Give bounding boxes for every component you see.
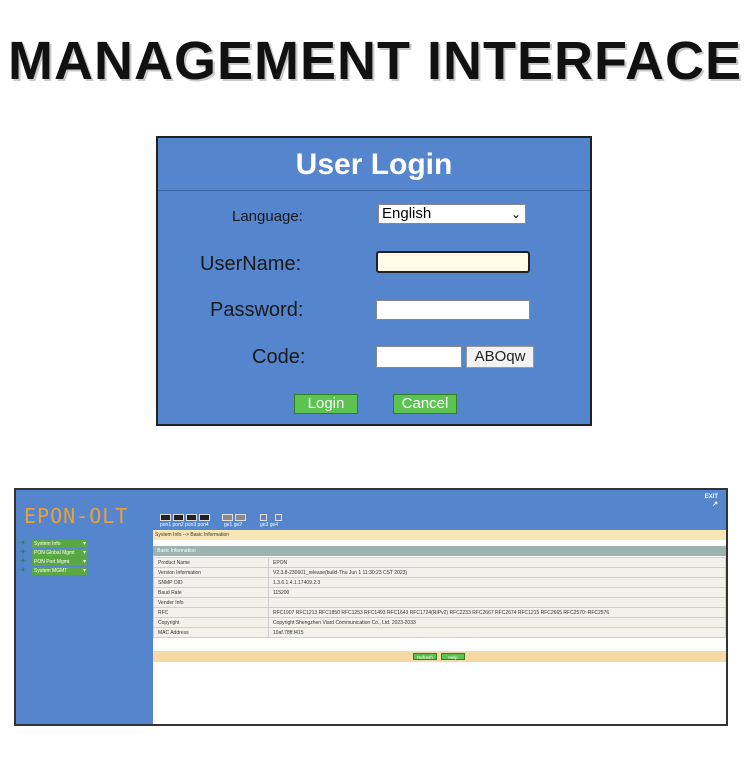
sidebar-item-label: PON Port Mgmt xyxy=(34,559,70,565)
content-area: System Info --> Basic Information Basic … xyxy=(153,530,726,724)
headline: MANAGEMENT INTERFACE xyxy=(8,31,742,91)
row-value: RFC1907 RFC1213 RFC1850 RFC1253 RFC1493 … xyxy=(268,607,726,618)
row-value: EPON xyxy=(268,557,726,568)
table-row: Vender Info xyxy=(153,597,726,608)
sidebar-item-pon-port-mgmt[interactable]: ✈ PON Port Mgmt ▾ xyxy=(18,558,88,566)
pon-port-icon[interactable] xyxy=(199,514,210,521)
ge-port-labels-2: ge3 ge4 xyxy=(260,522,279,528)
chevron-down-icon: ⌄ xyxy=(510,207,521,221)
exit-button[interactable]: EXIT ↗ xyxy=(705,494,718,508)
sidebar-nav: ✈ System Info ▾ ✈ PON Global Mgmt ▾ ✈ PO… xyxy=(18,540,88,576)
row-key: RFC xyxy=(153,607,269,618)
help-button[interactable]: Help xyxy=(441,653,465,660)
ge-port-group-2 xyxy=(260,514,282,521)
refresh-button[interactable]: Refresh xyxy=(413,653,437,660)
chevron-down-icon: ▾ xyxy=(82,559,86,565)
ge-port-icon[interactable] xyxy=(275,514,282,521)
table-row: Version Information V2.3.8-230601_release… xyxy=(153,567,726,578)
password-label: Password: xyxy=(210,299,304,321)
pon-port-icon[interactable] xyxy=(186,514,197,521)
code-label: Code: xyxy=(252,346,306,368)
pon-port-labels: pon1 pon2 pon3 pon4 xyxy=(160,522,209,528)
captcha-image[interactable]: ABOqw xyxy=(466,346,534,368)
ge-port-labels-1: ge1 ge2 xyxy=(224,522,243,528)
login-panel: User Login Language: English ⌄ UserName:… xyxy=(156,136,592,426)
basic-info-table: Product Name EPON Version Information V2.3… xyxy=(153,557,726,638)
language-select-value: English xyxy=(382,205,432,222)
row-value: 10af.78ff.f415 xyxy=(268,627,726,638)
chevron-down-icon: ▾ xyxy=(82,568,86,574)
row-value xyxy=(268,597,726,608)
password-input[interactable] xyxy=(376,300,530,320)
chevron-down-icon: ▾ xyxy=(82,541,86,547)
sidebar-item-system-info[interactable]: ✈ System Info ▾ xyxy=(18,540,88,548)
plane-icon: ✈ xyxy=(20,558,26,565)
plane-icon: ✈ xyxy=(20,549,26,556)
row-key: Version Information xyxy=(153,567,269,578)
sidebar-item-label: System MGMT xyxy=(34,568,68,574)
code-input[interactable] xyxy=(376,346,462,368)
table-row: Baud Rate 115200 xyxy=(153,587,726,598)
row-key: SNMP OID xyxy=(153,577,269,588)
action-bar: Refresh Help xyxy=(153,651,726,662)
table-row: SNMP OID 1.3.6.1.4.1.17409.2.3 xyxy=(153,577,726,588)
login-button[interactable]: Login xyxy=(294,394,358,414)
row-key: Copyright xyxy=(153,617,269,628)
row-key: Vender Info xyxy=(153,597,269,608)
username-label: UserName: xyxy=(200,253,302,275)
row-value: 1.3.6.1.4.1.17409.2.3 xyxy=(268,577,726,588)
epon-logo: EPON-OLT xyxy=(24,504,129,528)
table-row: RFC RFC1907 RFC1213 RFC1850 RFC1253 RFC14… xyxy=(153,607,726,618)
ge-port-icon[interactable] xyxy=(235,514,246,521)
table-row: Product Name EPON xyxy=(153,557,726,568)
breadcrumb: System Info --> Basic Information xyxy=(153,530,726,540)
table-row: Copyright Copyright Shengzhen Viard Commu… xyxy=(153,617,726,628)
cancel-button[interactable]: Cancel xyxy=(393,394,457,414)
pon-port-group xyxy=(160,514,210,521)
sidebar-item-label: System Info xyxy=(34,541,61,547)
table-row: MAC Address 10af.78ff.f415 xyxy=(153,627,726,638)
sidebar-item-pon-global-mgmt[interactable]: ✈ PON Global Mgmt ▾ xyxy=(18,549,88,557)
language-label: Language: xyxy=(232,208,303,225)
row-key: Baud Rate xyxy=(153,587,269,598)
epon-olt-screenshot: EPON-OLT pon1 pon2 pon3 pon4 ge1 ge2 ge3… xyxy=(14,488,728,726)
plane-icon: ✈ xyxy=(20,540,26,547)
pon-port-icon[interactable] xyxy=(160,514,171,521)
row-value: Copyright Shengzhen Viard Communication … xyxy=(268,617,726,628)
ge-port-icon[interactable] xyxy=(222,514,233,521)
row-value: V2.3.8-230601_release(build-Thu Jun 1 11… xyxy=(268,567,726,578)
row-key: Product Name xyxy=(153,557,269,568)
login-title: User Login xyxy=(158,138,590,191)
ge-port-group-1 xyxy=(222,514,246,521)
row-key: MAC Address xyxy=(153,627,269,638)
section-title: Basic Information xyxy=(153,546,726,556)
sidebar-item-system-mgmt[interactable]: ✈ System MGMT ▾ xyxy=(18,567,88,575)
username-input[interactable] xyxy=(376,251,530,273)
pon-port-icon[interactable] xyxy=(173,514,184,521)
sidebar-item-label: PON Global Mgmt xyxy=(34,550,75,556)
plane-icon: ✈ xyxy=(20,567,26,574)
exit-arrow-icon: ↗ xyxy=(712,501,718,508)
row-value: 115200 xyxy=(268,587,726,598)
language-select[interactable]: English ⌄ xyxy=(378,204,526,224)
chevron-down-icon: ▾ xyxy=(82,550,86,556)
ge-port-icon[interactable] xyxy=(260,514,267,521)
